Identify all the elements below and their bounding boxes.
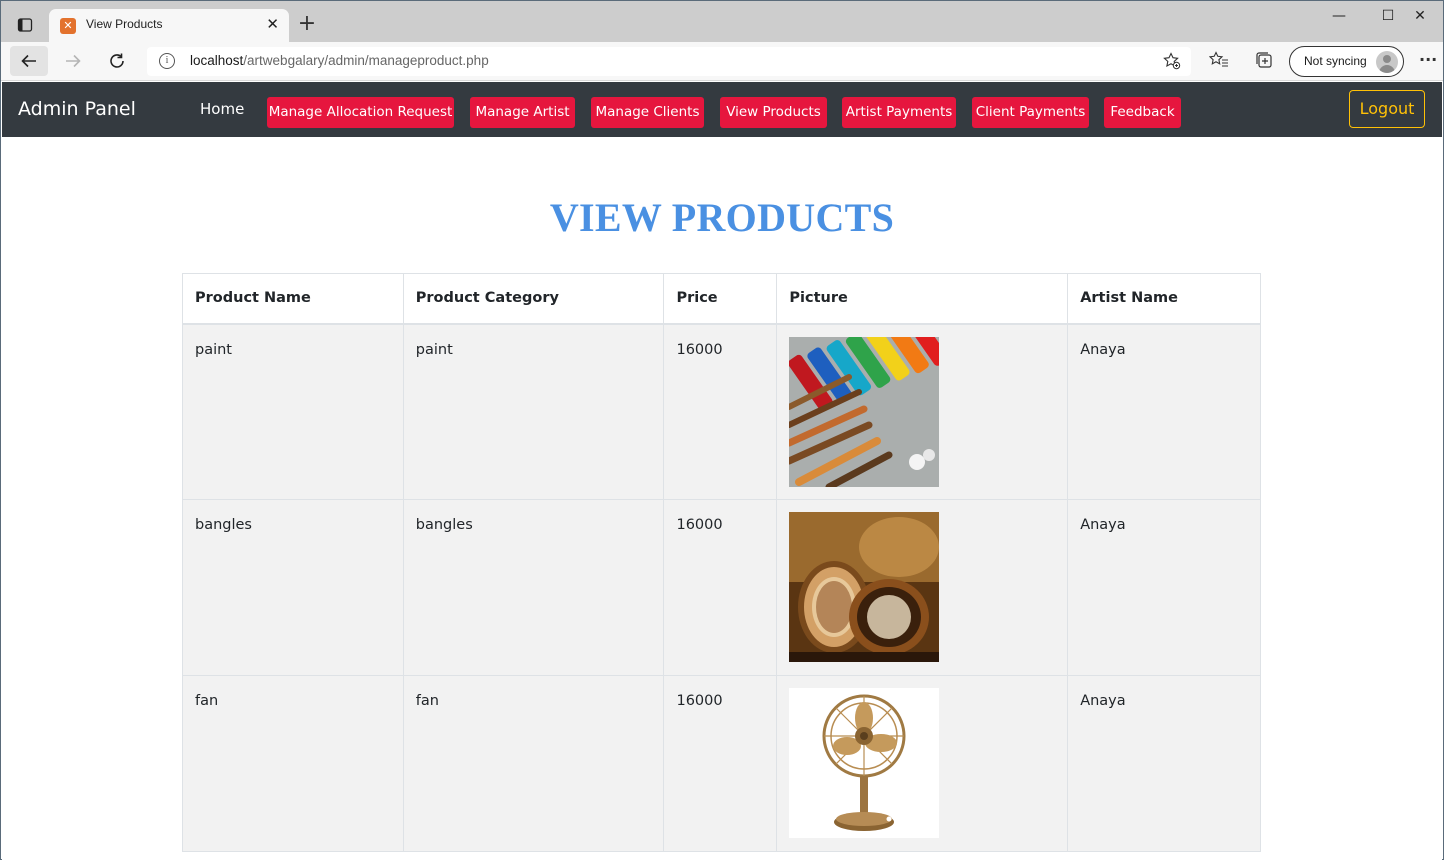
brand-title[interactable]: Admin Panel [18,98,136,120]
paint-tubes-and-brushes-image [789,336,940,487]
table-row: paint paint 16000 Anaya [182,323,1261,500]
manage-clients-button[interactable]: Manage Clients [591,97,704,128]
artist-name-cell: Anaya [1067,323,1261,500]
header-artist-name: Artist Name [1067,273,1261,325]
url-path: /artwebgalary/admin/manageproduct.php [243,53,489,68]
artist-name-cell: Anaya [1067,675,1261,852]
header-product-name: Product Name [182,273,404,325]
brass-fan-image [789,688,940,838]
table-row: fan fan 16000 Anaya [182,675,1261,852]
logout-button[interactable]: Logout [1349,90,1425,128]
tab-title: View Products [86,17,163,31]
xampp-favicon-icon: ✕ [60,18,76,34]
avatar [1376,51,1398,73]
profile-sync-button[interactable]: Not syncing [1289,46,1404,77]
price-cell: 16000 [663,323,778,500]
info-icon[interactable]: i [159,53,175,69]
browser-toolbar: i localhost/artwebgalary/admin/managepro… [1,42,1443,81]
table-header-row: Product Name Product Category Price Pict… [182,273,1261,325]
favorites-icon[interactable] [1207,51,1231,73]
header-picture: Picture [776,273,1069,325]
bangles-image [789,512,940,662]
page-content: Admin Panel Home Manage Allocation Reque… [2,82,1442,860]
product-name-cell: bangles [182,499,404,676]
url-host: localhost [190,53,244,68]
browser-window: ✕ View Products ✕ + — ☐ ✕ i localhost/ar… [0,0,1444,860]
price-cell: 16000 [663,499,778,676]
product-name-cell: fan [182,675,404,852]
browser-tab[interactable]: ✕ View Products ✕ [49,9,289,42]
picture-cell [776,323,1069,500]
manage-allocation-request-button[interactable]: Manage Allocation Request [267,97,454,128]
price-cell: 16000 [663,675,778,852]
product-category-cell: paint [402,323,665,500]
client-payments-button[interactable]: Client Payments [972,97,1089,128]
more-options-icon[interactable]: ··· [1419,50,1437,69]
home-link[interactable]: Home [200,100,244,118]
product-category-cell: bangles [402,499,665,676]
minimize-icon[interactable]: — [1316,4,1362,32]
artist-name-cell: Anaya [1067,499,1261,676]
tab-actions-icon[interactable] [9,9,41,41]
table-row: bangles bangles 16000 Anaya [182,499,1261,676]
back-button[interactable] [10,46,48,76]
add-favorite-icon[interactable] [1163,52,1181,74]
picture-cell [776,675,1069,852]
products-table: Product Name Product Category Price Pict… [182,273,1261,852]
refresh-button[interactable] [98,46,136,76]
product-name-cell: paint [182,323,404,500]
admin-navbar: Admin Panel Home Manage Allocation Reque… [2,82,1442,137]
manage-artist-button[interactable]: Manage Artist [470,97,575,128]
header-product-category: Product Category [402,273,665,325]
artist-payments-button[interactable]: Artist Payments [842,97,956,128]
close-tab-icon[interactable]: ✕ [266,15,279,33]
new-tab-icon[interactable]: + [293,11,321,39]
title-bar: ✕ View Products ✕ + — ☐ ✕ [1,1,1443,42]
view-products-button[interactable]: View Products [720,97,827,128]
page-title: VIEW PRODUCTS [549,195,895,240]
feedback-button[interactable]: Feedback [1104,97,1181,128]
close-window-icon[interactable]: ✕ [1397,4,1443,32]
url-text[interactable]: localhost/artwebgalary/admin/manageprodu… [190,53,489,68]
sync-status-label: Not syncing [1304,54,1367,68]
product-category-cell: fan [402,675,665,852]
collections-icon[interactable] [1252,51,1276,73]
forward-button[interactable] [54,46,92,76]
header-price: Price [663,273,778,325]
address-bar[interactable]: i localhost/artwebgalary/admin/managepro… [147,47,1191,76]
picture-cell [776,499,1069,676]
